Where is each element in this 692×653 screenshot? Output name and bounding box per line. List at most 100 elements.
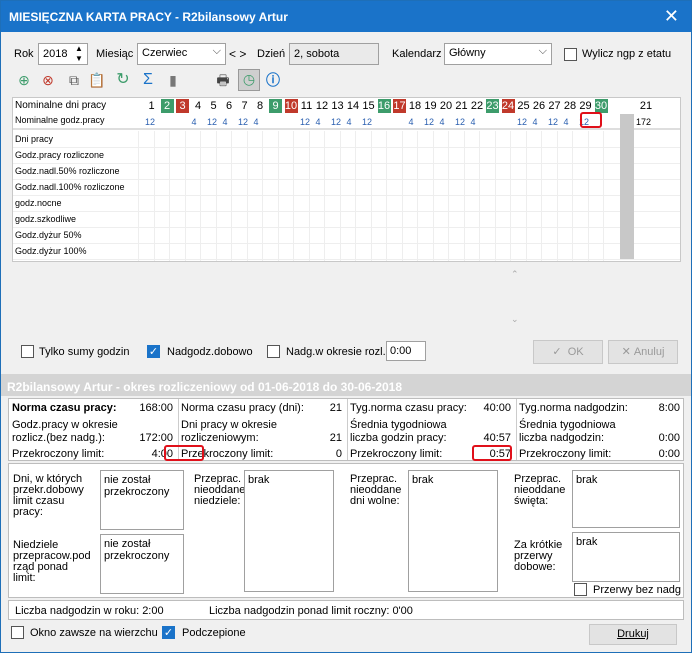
hour-cell[interactable]: 12 (331, 116, 341, 128)
day-cell[interactable]: 6 (223, 99, 236, 113)
grid-row[interactable] (13, 147, 680, 148)
grid-row[interactable] (13, 259, 680, 260)
okno-checkbox[interactable] (11, 626, 24, 639)
paste-icon[interactable]: 📋 (88, 71, 106, 89)
hour-cell[interactable]: 12 (517, 116, 527, 128)
scroll-down-icon[interactable]: ⌄ (511, 314, 519, 325)
day-cell[interactable]: 22 (471, 99, 484, 113)
day-cell[interactable]: 19 (424, 99, 437, 113)
month-nav-buttons[interactable]: < > (229, 47, 246, 61)
period-separator (516, 399, 517, 460)
day-cell[interactable]: 26 (533, 99, 546, 113)
lower-value-box[interactable]: brak (572, 470, 680, 528)
drukuj-button[interactable]: Drukuj (589, 624, 677, 645)
day-cell[interactable]: 12 (316, 99, 329, 113)
grid-row-label: godz.nocne (15, 198, 62, 208)
day-cell[interactable]: 16 (377, 99, 391, 113)
day-cell[interactable]: 14 (347, 99, 360, 113)
anuluj-button[interactable]: ✕ Anuluj (608, 340, 678, 364)
hour-cell[interactable]: 12 (362, 116, 372, 128)
grid-row[interactable] (13, 211, 680, 212)
hour-cell[interactable]: 4 (564, 116, 569, 128)
scroll-up-icon[interactable]: ⌃ (511, 269, 519, 280)
day-cell[interactable]: 9 (269, 99, 282, 113)
nadg-okres-input[interactable]: 0:00 (386, 341, 426, 361)
nadg-okres-checkbox[interactable] (267, 345, 280, 358)
add-clock-icon[interactable]: ⊕ (15, 71, 33, 89)
day-cell[interactable]: 17 (393, 99, 406, 113)
day-cell[interactable]: 2 (160, 99, 174, 113)
hour-cell[interactable]: 12 (300, 116, 310, 128)
lower-value-box[interactable]: nie został przekroczony (100, 534, 184, 594)
day-cell[interactable]: 24 (501, 99, 515, 113)
copy-icon[interactable]: ⧉ (65, 71, 83, 89)
lower-value-box[interactable]: brak (244, 470, 334, 592)
hour-cell[interactable]: 4 (316, 116, 321, 128)
hour-cell[interactable]: 12 (424, 116, 434, 128)
hour-cell[interactable]: 12 (238, 116, 248, 128)
day-cell[interactable]: 11 (300, 99, 313, 113)
grid-row[interactable] (13, 195, 680, 196)
day-cell[interactable]: 18 (409, 99, 422, 113)
kalendarz-select[interactable]: Główny ⌵ (444, 43, 552, 65)
day-cell[interactable]: 27 (548, 99, 561, 113)
wylicz-checkbox[interactable] (564, 48, 577, 61)
hour-cell[interactable]: 4 (409, 116, 414, 128)
day-cell[interactable]: 21 (455, 99, 468, 113)
day-cell[interactable]: 20 (440, 99, 453, 113)
grid-column-line (432, 131, 434, 261)
tylko-sumy-checkbox[interactable] (21, 345, 34, 358)
day-cell[interactable]: 8 (254, 99, 267, 113)
day-cell[interactable]: 30 (594, 99, 608, 113)
day-cell[interactable]: 25 (517, 99, 530, 113)
lower-label: niedziele: (194, 495, 241, 507)
day-cell[interactable]: 29 (579, 99, 592, 113)
day-cell[interactable]: 4 (192, 99, 205, 113)
lower-value-box[interactable]: brak (572, 532, 680, 582)
document-icon[interactable]: ▮ (164, 71, 182, 89)
sigma-icon[interactable]: Σ (139, 71, 157, 89)
lower-value-box[interactable]: brak (408, 470, 498, 592)
day-cell[interactable]: 3 (176, 99, 189, 113)
day-cell[interactable]: 1 (145, 99, 158, 113)
print-icon[interactable]: 🖶 (214, 71, 232, 89)
miesiac-select[interactable]: Czerwiec ⌵ (137, 43, 226, 65)
hour-cell[interactable]: 12 (207, 116, 217, 128)
day-cell[interactable]: 28 (564, 99, 577, 113)
ok-button[interactable]: ✓ OK (533, 340, 603, 364)
day-cell[interactable]: 13 (331, 99, 344, 113)
refresh-icon[interactable]: ↻ (114, 71, 132, 89)
lower-value: nie został (104, 538, 151, 550)
spinner-arrows-icon[interactable]: ▲ ▼ (75, 44, 83, 64)
hour-cell[interactable]: 4 (533, 116, 538, 128)
przerwy-bez-checkbox[interactable] (574, 583, 587, 596)
hour-cell[interactable]: 12 (455, 116, 465, 128)
hour-cell[interactable]: 4 (192, 116, 197, 128)
day-cell[interactable]: 15 (362, 99, 375, 113)
grid-row[interactable] (13, 179, 680, 180)
day-cell[interactable]: 7 (238, 99, 251, 113)
hour-cell[interactable]: 12 (548, 116, 558, 128)
delete-clock-icon[interactable]: ⊗ (39, 71, 57, 89)
period-c4-text: 0:00 (658, 448, 680, 460)
grid-row[interactable] (13, 243, 680, 244)
rok-spinner[interactable]: 2018 ▲ ▼ (38, 43, 88, 65)
day-cell[interactable]: 10 (284, 99, 298, 113)
lower-value-box[interactable]: nie został przekroczony (100, 470, 184, 530)
hour-cell[interactable]: 4 (254, 116, 259, 128)
close-icon[interactable]: ✕ (664, 6, 679, 27)
info-icon[interactable]: ⓘ (264, 71, 282, 89)
grid-row-label: Godz.dyżur 50% (15, 230, 82, 240)
hour-cell[interactable]: 4 (471, 116, 476, 128)
grid-row[interactable] (13, 227, 680, 228)
grid-row[interactable] (13, 163, 680, 164)
hour-cell[interactable]: 12 (145, 116, 155, 128)
nadgodz-dobowo-checkbox[interactable]: ✓ (147, 345, 160, 358)
hour-cell[interactable]: 4 (347, 116, 352, 128)
day-cell[interactable]: 23 (486, 99, 499, 113)
clock-toggle-icon[interactable]: ◷ (238, 69, 260, 91)
hour-cell[interactable]: 4 (440, 116, 445, 128)
podczepione-checkbox[interactable]: ✓ (162, 626, 175, 639)
day-cell[interactable]: 5 (207, 99, 220, 113)
hour-cell[interactable]: 4 (223, 116, 228, 128)
